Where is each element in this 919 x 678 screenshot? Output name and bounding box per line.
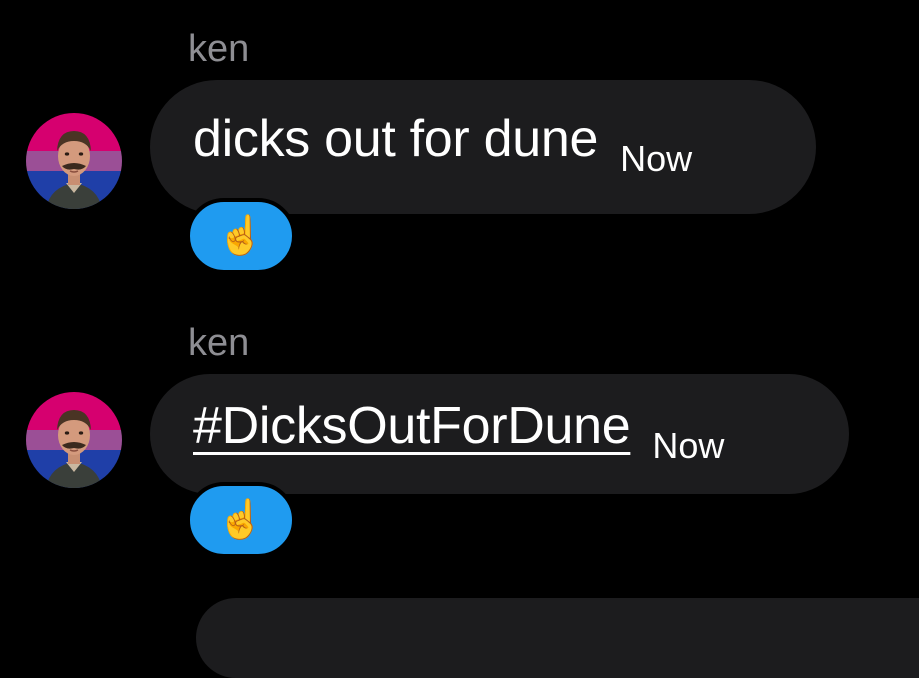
pointing-up-icon: ☝️ xyxy=(217,215,265,257)
message-bubble[interactable]: dicks out for dune Now xyxy=(150,80,816,214)
next-message-bubble[interactable] xyxy=(196,598,919,678)
reaction-badge[interactable]: ☝️ xyxy=(186,198,296,274)
sender-name: ken xyxy=(188,322,250,364)
message-timestamp: Now xyxy=(620,138,693,179)
message-text: dicks out for dune xyxy=(193,110,599,168)
reaction-badge[interactable]: ☝️ xyxy=(186,482,296,558)
avatar-photo-icon xyxy=(26,113,122,209)
avatar[interactable] xyxy=(26,392,122,488)
sender-name: ken xyxy=(188,28,250,70)
avatar-photo-icon xyxy=(26,392,122,488)
message-bubble[interactable]: #DicksOutForDune Now xyxy=(150,374,849,494)
avatar[interactable] xyxy=(26,113,122,209)
pointing-up-icon: ☝️ xyxy=(217,499,265,541)
hashtag-link[interactable]: #DicksOutForDune xyxy=(193,400,631,452)
message-timestamp: Now xyxy=(652,425,725,466)
